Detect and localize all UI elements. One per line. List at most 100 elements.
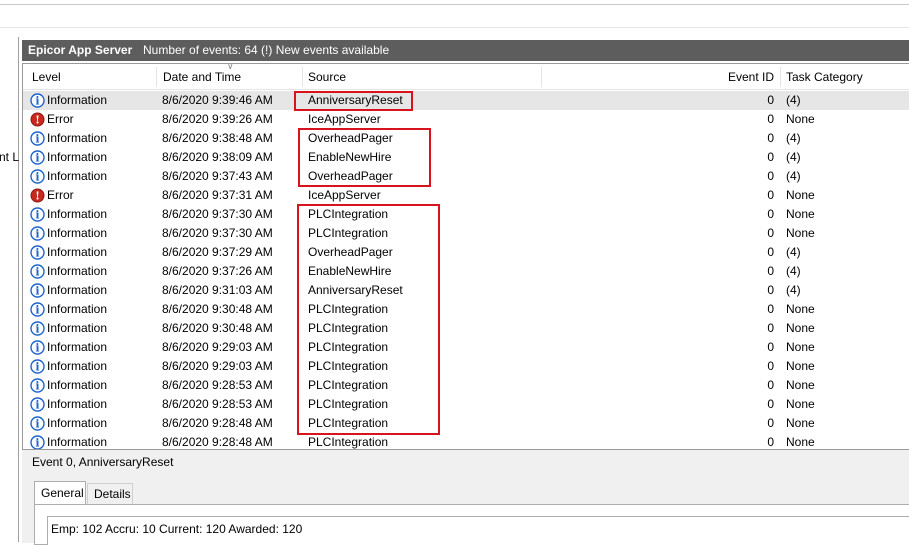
- event-list[interactable]: Level ∨ Date and Time Source Event ID Ta…: [22, 63, 909, 478]
- svg-text:!: !: [35, 114, 40, 127]
- event-row[interactable]: i Information 8/6/2020 9:28:53 AM PLCIntegr…: [23, 376, 909, 395]
- event-date-time: 8/6/2020 9:37:43 AM: [162, 169, 273, 183]
- event-task-category: None: [786, 302, 815, 316]
- event-level: Information: [47, 207, 108, 221]
- column-separator[interactable]: [541, 67, 542, 87]
- event-row[interactable]: i Information 8/6/2020 9:37:30 AM PLCIntegr…: [23, 205, 909, 224]
- event-task-category: (4): [786, 131, 801, 145]
- event-date-time: 8/6/2020 9:37:30 AM: [162, 226, 273, 240]
- column-header-source[interactable]: Source: [308, 64, 346, 89]
- event-id: 0: [767, 378, 774, 392]
- event-level: Information: [47, 93, 108, 107]
- event-task-category: (4): [786, 264, 801, 278]
- event-row[interactable]: i Information 8/6/2020 9:28:48 AM PLCIntegr…: [23, 414, 909, 433]
- toolbar-divider: [0, 27, 909, 28]
- event-task-category: (4): [786, 245, 801, 259]
- log-name: Epicor App Server: [28, 43, 133, 57]
- event-row[interactable]: i Information 8/6/2020 9:30:48 AM PLCIntegr…: [23, 319, 909, 338]
- event-task-category: (4): [786, 283, 801, 297]
- event-id: 0: [767, 264, 774, 278]
- event-level: Information: [47, 226, 108, 240]
- info-icon: i: [30, 245, 45, 260]
- event-level: Information: [47, 264, 108, 278]
- event-id: 0: [767, 283, 774, 297]
- svg-text:i: i: [35, 342, 39, 355]
- event-detail-title: Event 0, AnniversaryReset: [32, 455, 174, 469]
- event-description-box[interactable]: Emp: 102 Accru: 10 Current: 120 Awarded:…: [47, 516, 909, 545]
- svg-text:i: i: [35, 437, 39, 450]
- info-icon: i: [30, 302, 45, 317]
- event-row[interactable]: i Information 8/6/2020 9:37:26 AM EnableNew…: [23, 262, 909, 281]
- highlight-box: [297, 204, 440, 435]
- svg-text:i: i: [35, 266, 39, 279]
- info-icon: i: [30, 283, 45, 298]
- event-id: 0: [767, 416, 774, 430]
- svg-text:i: i: [35, 171, 39, 184]
- event-id: 0: [767, 112, 774, 126]
- event-task-category: (4): [786, 93, 801, 107]
- svg-text:i: i: [35, 418, 39, 431]
- event-date-time: 8/6/2020 9:28:53 AM: [162, 378, 273, 392]
- event-date-time: 8/6/2020 9:39:46 AM: [162, 93, 273, 107]
- event-task-category: (4): [786, 169, 801, 183]
- event-level: Error: [47, 188, 74, 202]
- event-row[interactable]: i Information 8/6/2020 9:37:43 AM OverheadP…: [23, 167, 909, 186]
- event-level: Information: [47, 416, 108, 430]
- tab-details[interactable]: Details: [87, 483, 133, 504]
- event-task-category: None: [786, 188, 815, 202]
- svg-text:i: i: [35, 380, 39, 393]
- column-header-event-id[interactable]: Event ID: [543, 64, 774, 89]
- event-row[interactable]: i Information 8/6/2020 9:38:48 AM OverheadP…: [23, 129, 909, 148]
- event-id: 0: [767, 207, 774, 221]
- event-row[interactable]: i Information 8/6/2020 9:38:09 AM EnableNew…: [23, 148, 909, 167]
- svg-text:i: i: [35, 228, 39, 241]
- highlight-box: [294, 91, 413, 111]
- tab-general[interactable]: General: [34, 481, 86, 504]
- event-list-header: Level ∨ Date and Time Source Event ID Ta…: [23, 64, 909, 90]
- event-id: 0: [767, 150, 774, 164]
- event-viewer-main: Epicor App Server Number of events: 64 (…: [22, 37, 909, 545]
- info-icon: i: [30, 435, 45, 450]
- event-task-category: None: [786, 112, 815, 126]
- event-row[interactable]: i Information 8/6/2020 9:39:46 AM Anniversa…: [23, 91, 909, 110]
- svg-text:i: i: [35, 304, 39, 317]
- log-title-bar: Epicor App Server Number of events: 64 (…: [22, 40, 909, 61]
- column-separator[interactable]: [780, 67, 781, 87]
- column-separator[interactable]: [156, 67, 157, 87]
- event-row[interactable]: ! Error 8/6/2020 9:37:31 AM IceAppServer 0 No…: [23, 186, 909, 205]
- event-date-time: 8/6/2020 9:38:09 AM: [162, 150, 273, 164]
- event-id: 0: [767, 321, 774, 335]
- event-id: 0: [767, 93, 774, 107]
- svg-text:i: i: [35, 209, 39, 222]
- general-tab-panel: Emp: 102 Accru: 10 Current: 120 Awarded:…: [34, 504, 909, 545]
- navigation-pane[interactable]: nt L: [0, 37, 19, 542]
- event-row[interactable]: ! Error 8/6/2020 9:39:26 AM IceAppServer 0 No…: [23, 110, 909, 129]
- info-icon: i: [30, 264, 45, 279]
- navigation-item-fragment[interactable]: nt L: [0, 150, 19, 164]
- event-row[interactable]: i Information 8/6/2020 9:37:29 AM OverheadP…: [23, 243, 909, 262]
- event-task-category: None: [786, 359, 815, 373]
- column-separator[interactable]: [302, 67, 303, 87]
- event-row[interactable]: i Information 8/6/2020 9:29:03 AM PLCIntegr…: [23, 338, 909, 357]
- svg-text:i: i: [35, 285, 39, 298]
- event-level: Information: [47, 359, 108, 373]
- event-date-time: 8/6/2020 9:37:31 AM: [162, 188, 273, 202]
- svg-text:i: i: [35, 361, 39, 374]
- column-header-date[interactable]: Date and Time: [163, 64, 241, 89]
- event-level: Error: [47, 112, 74, 126]
- svg-text:i: i: [35, 133, 39, 146]
- event-id: 0: [767, 188, 774, 202]
- event-row[interactable]: i Information 8/6/2020 9:30:48 AM PLCIntegr…: [23, 300, 909, 319]
- column-header-level[interactable]: Level: [32, 64, 61, 89]
- event-source: IceAppServer: [308, 188, 381, 202]
- svg-text:!: !: [35, 190, 40, 203]
- svg-text:i: i: [35, 399, 39, 412]
- event-date-time: 8/6/2020 9:29:03 AM: [162, 340, 273, 354]
- event-row[interactable]: i Information 8/6/2020 9:31:03 AM Anniversa…: [23, 281, 909, 300]
- event-row[interactable]: i Information 8/6/2020 9:28:53 AM PLCIntegr…: [23, 395, 909, 414]
- info-icon: i: [30, 359, 45, 374]
- event-row[interactable]: i Information 8/6/2020 9:29:03 AM PLCIntegr…: [23, 357, 909, 376]
- event-level: Information: [47, 321, 108, 335]
- event-row[interactable]: i Information 8/6/2020 9:37:30 AM PLCIntegr…: [23, 224, 909, 243]
- column-header-task-category[interactable]: Task Category: [786, 64, 863, 89]
